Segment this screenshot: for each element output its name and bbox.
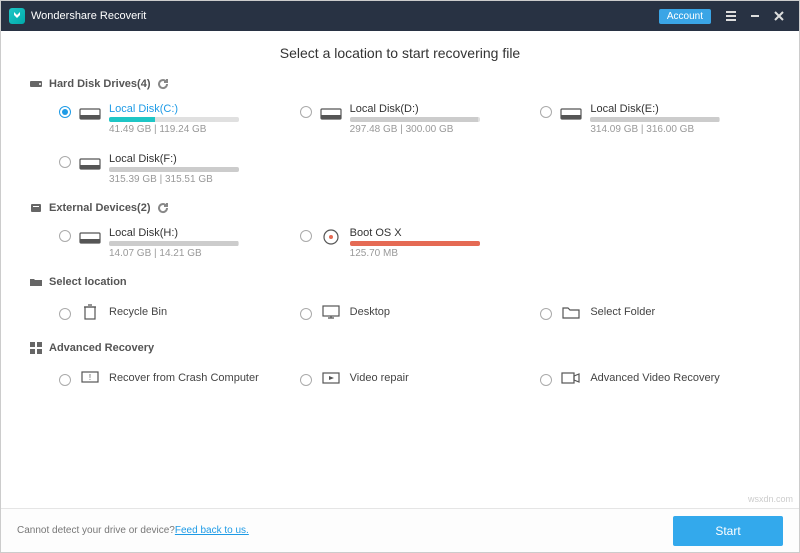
desktop-icon (320, 303, 342, 321)
drive-label: Local Disk(E:) (590, 103, 720, 115)
radio-icon[interactable] (300, 374, 312, 386)
radio-icon[interactable] (300, 308, 312, 320)
drive-size: 314.09 GB | 316.00 GB (590, 124, 720, 135)
footer-text: Cannot detect your drive or device? (17, 525, 175, 536)
hdd-icon (29, 77, 43, 91)
drive-label: Local Disk(C:) (109, 103, 239, 115)
drive-size: 297.48 GB | 300.00 GB (350, 124, 480, 135)
section-select-location: Select location (29, 275, 771, 289)
folder-open-icon (560, 303, 582, 321)
svg-text:!: ! (89, 373, 91, 382)
drive-local-h[interactable]: Local Disk(H:) 14.07 GB | 14.21 GB (59, 223, 290, 263)
drive-icon (79, 104, 101, 122)
section-label: Select location (49, 276, 127, 288)
location-label: Select Folder (590, 306, 655, 318)
usage-bar (109, 241, 239, 246)
radio-icon[interactable] (59, 308, 71, 320)
drive-label: Boot OS X (350, 227, 480, 239)
section-external-devices: External Devices(2) (29, 201, 771, 215)
video-icon (320, 369, 342, 387)
app-logo-icon (9, 8, 25, 24)
menu-icon[interactable] (719, 1, 743, 31)
radio-icon[interactable] (540, 308, 552, 320)
usage-bar (350, 117, 480, 122)
section-advanced-recovery: Advanced Recovery (29, 341, 771, 355)
refresh-icon[interactable] (157, 78, 169, 90)
adv-video-icon (560, 369, 582, 387)
drive-icon (320, 104, 342, 122)
refresh-icon[interactable] (157, 202, 169, 214)
radio-icon[interactable] (540, 374, 552, 386)
start-button[interactable]: Start (673, 516, 783, 546)
drive-local-c[interactable]: Local Disk(C:) 41.49 GB | 119.24 GB (59, 99, 290, 139)
section-label: Hard Disk Drives(4) (49, 78, 151, 90)
advanced-label: Video repair (350, 372, 409, 384)
usage-bar (350, 241, 480, 246)
drive-size: 41.49 GB | 119.24 GB (109, 124, 239, 135)
external-icon (29, 201, 43, 215)
radio-icon[interactable] (540, 106, 552, 118)
drive-local-d[interactable]: Local Disk(D:) 297.48 GB | 300.00 GB (300, 99, 531, 139)
watermark: wsxdn.com (748, 494, 793, 504)
advanced-crash-computer[interactable]: ! Recover from Crash Computer (59, 363, 290, 393)
drive-local-e[interactable]: Local Disk(E:) 314.09 GB | 316.00 GB (540, 99, 771, 139)
section-label: External Devices(2) (49, 202, 151, 214)
drive-local-f[interactable]: Local Disk(F:) 315.39 GB | 315.51 GB (59, 149, 290, 189)
account-button[interactable]: Account (659, 9, 711, 24)
section-hard-disk-drives: Hard Disk Drives(4) (29, 77, 771, 91)
folder-icon (29, 275, 43, 289)
usage-bar (590, 117, 720, 122)
section-label: Advanced Recovery (49, 342, 154, 354)
location-recycle-bin[interactable]: Recycle Bin (59, 297, 290, 327)
radio-icon[interactable] (59, 106, 71, 118)
usage-bar (109, 117, 239, 122)
radio-icon[interactable] (59, 230, 71, 242)
radio-icon[interactable] (59, 156, 71, 168)
drive-label: Local Disk(H:) (109, 227, 239, 239)
drive-icon (79, 154, 101, 172)
close-icon[interactable] (767, 1, 791, 31)
drive-size: 125.70 MB (350, 248, 480, 259)
advanced-label: Recover from Crash Computer (109, 372, 259, 384)
grid-icon (29, 341, 43, 355)
advanced-label: Advanced Video Recovery (590, 372, 719, 384)
titlebar: Wondershare Recoverit Account (1, 1, 799, 31)
location-desktop[interactable]: Desktop (300, 297, 531, 327)
drive-icon (79, 228, 101, 246)
radio-icon[interactable] (59, 374, 71, 386)
drive-size: 315.39 GB | 315.51 GB (109, 174, 239, 185)
drive-label: Local Disk(F:) (109, 153, 239, 165)
drive-label: Local Disk(D:) (350, 103, 480, 115)
drive-boot-osx[interactable]: Boot OS X 125.70 MB (300, 223, 531, 263)
radio-icon[interactable] (300, 230, 312, 242)
drive-size: 14.07 GB | 14.21 GB (109, 248, 239, 259)
advanced-video-repair[interactable]: Video repair (300, 363, 531, 393)
crash-icon: ! (79, 369, 101, 387)
minimize-icon[interactable] (743, 1, 767, 31)
location-select-folder[interactable]: Select Folder (540, 297, 771, 327)
footer: Cannot detect your drive or device? Feed… (1, 508, 799, 552)
recycle-bin-icon (79, 303, 101, 321)
location-label: Desktop (350, 306, 390, 318)
page-title: Select a location to start recovering fi… (1, 31, 799, 71)
feedback-link[interactable]: Feed back to us. (175, 525, 249, 536)
usage-bar (109, 167, 239, 172)
location-label: Recycle Bin (109, 306, 167, 318)
radio-icon[interactable] (300, 106, 312, 118)
app-title: Wondershare Recoverit (31, 10, 146, 22)
cd-icon (320, 228, 342, 246)
drive-icon (560, 104, 582, 122)
advanced-video-recovery[interactable]: Advanced Video Recovery (540, 363, 771, 393)
